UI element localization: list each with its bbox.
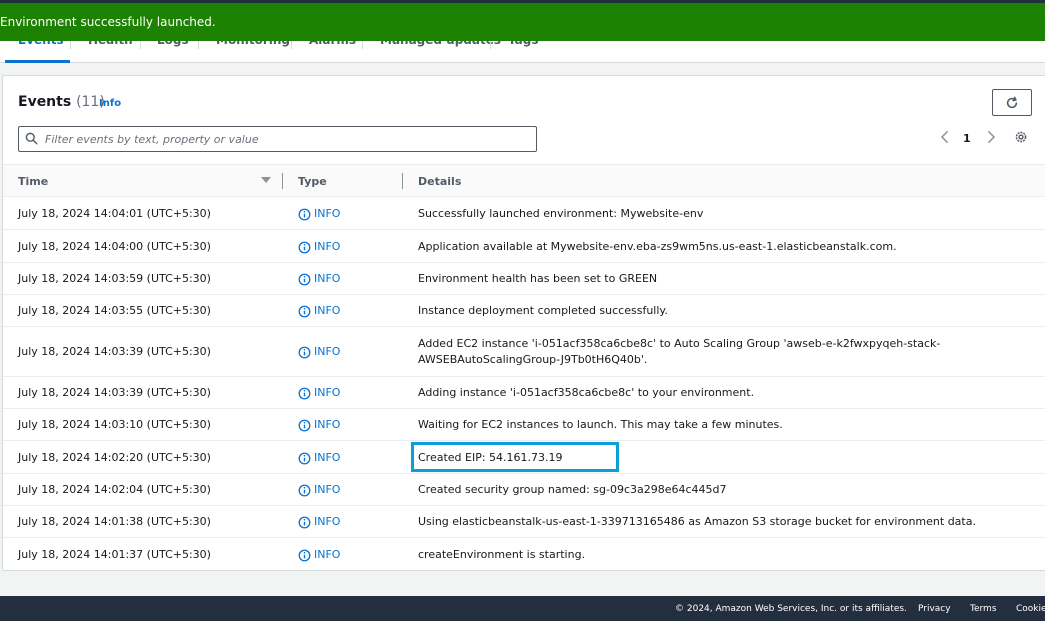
event-time: July 18, 2024 14:03:10 (UTC+5:30) — [18, 418, 211, 431]
success-flashbar: Environment successfully launched. — [0, 3, 1045, 41]
event-time: July 18, 2024 14:03:59 (UTC+5:30) — [18, 272, 211, 285]
event-type: INFO — [298, 450, 340, 466]
search-icon — [25, 132, 38, 145]
event-type: INFO — [298, 206, 340, 222]
flash-message: Environment successfully launched. — [0, 15, 216, 29]
column-time[interactable]: Time — [18, 175, 48, 188]
event-details: Adding instance 'i-051acf358ca6cbe8c' to… — [418, 386, 755, 399]
event-type: INFO — [298, 547, 340, 563]
table-row: July 18, 2024 14:03:39 (UTC+5:30) INFO Add… — [3, 327, 1045, 377]
table-header: Time Type Details — [3, 164, 1045, 197]
highlight-annotation — [411, 442, 619, 472]
info-icon — [298, 387, 311, 399]
info-icon — [298, 273, 311, 285]
events-heading: Events (11) — [18, 94, 105, 110]
active-tab-indicator — [5, 60, 70, 63]
info-icon — [298, 419, 311, 431]
footer-copyright: © 2024, Amazon Web Services, Inc. or its… — [675, 604, 907, 614]
table-row: July 18, 2024 14:02:04 (UTC+5:30) INFO Cre… — [3, 474, 1045, 506]
info-icon — [298, 346, 311, 358]
event-time: July 18, 2024 14:04:00 (UTC+5:30) — [18, 240, 211, 253]
info-link[interactable]: Info — [99, 98, 121, 109]
column-divider[interactable] — [282, 173, 283, 189]
column-type[interactable]: Type — [298, 175, 327, 188]
footer-cookie-link[interactable]: Cookie — [1016, 604, 1045, 614]
info-icon — [298, 452, 311, 464]
event-time: July 18, 2024 14:03:39 (UTC+5:30) — [18, 386, 211, 399]
event-details: Environment health has been set to GREEN — [418, 272, 658, 285]
search-box — [18, 126, 537, 152]
event-details: Application available at Mywebsite-env.e… — [418, 240, 897, 253]
event-type: INFO — [298, 385, 340, 401]
info-icon — [298, 484, 311, 496]
info-icon — [298, 549, 311, 561]
info-icon — [298, 208, 311, 220]
event-details: Added EC2 instance 'i-051acf358ca6cbe8c'… — [418, 337, 941, 366]
table-row: July 18, 2024 14:04:00 (UTC+5:30) INFO App… — [3, 230, 1045, 263]
event-type: INFO — [298, 482, 340, 498]
event-type: INFO — [298, 271, 340, 287]
table-row: July 18, 2024 14:01:37 (UTC+5:30) INFO cre… — [3, 538, 1045, 571]
event-type-label: INFO — [314, 272, 341, 285]
event-type: INFO — [298, 344, 340, 360]
table-row: July 18, 2024 14:03:59 (UTC+5:30) INFO Env… — [3, 263, 1045, 295]
event-time: July 18, 2024 14:01:37 (UTC+5:30) — [18, 548, 211, 561]
event-details: createEnvironment is starting. — [418, 548, 586, 561]
table-row: July 18, 2024 14:04:01 (UTC+5:30) INFO Suc… — [3, 198, 1045, 230]
column-divider[interactable] — [402, 173, 403, 189]
column-details: Details — [418, 175, 462, 188]
table-row: July 18, 2024 14:01:38 (UTC+5:30) INFO Usi… — [3, 506, 1045, 538]
info-icon — [298, 516, 311, 528]
events-title: Events — [18, 94, 72, 110]
footer: © 2024, Amazon Web Services, Inc. or its… — [0, 596, 1045, 621]
search-input[interactable] — [45, 127, 525, 151]
event-type-label: INFO — [314, 386, 341, 399]
chevron-right-icon[interactable] — [984, 130, 998, 144]
event-time: July 18, 2024 14:03:55 (UTC+5:30) — [18, 304, 211, 317]
refresh-button[interactable] — [992, 89, 1032, 116]
event-time: July 18, 2024 14:03:39 (UTC+5:30) — [18, 345, 211, 358]
event-details: Created security group named: sg-09c3a29… — [418, 483, 727, 496]
event-type-label: INFO — [314, 548, 341, 561]
table-row: July 18, 2024 14:03:55 (UTC+5:30) INFO Ins… — [3, 295, 1045, 327]
footer-privacy-link[interactable]: Privacy — [918, 604, 951, 614]
events-panel: Events (11) Info 1 Time Type Details Jul… — [2, 75, 1045, 571]
event-type: INFO — [298, 514, 340, 530]
event-type: INFO — [298, 239, 340, 255]
event-type: INFO — [298, 303, 340, 319]
event-details: Successfully launched environment: Myweb… — [418, 207, 704, 220]
event-type-label: INFO — [314, 240, 341, 253]
event-time: July 18, 2024 14:02:20 (UTC+5:30) — [18, 451, 211, 464]
gear-icon[interactable] — [1014, 130, 1028, 144]
event-type-label: INFO — [314, 483, 341, 496]
event-type-label: INFO — [314, 345, 341, 358]
event-time: July 18, 2024 14:02:04 (UTC+5:30) — [18, 483, 211, 496]
info-icon — [298, 241, 311, 253]
current-page[interactable]: 1 — [963, 132, 971, 145]
event-type-label: INFO — [314, 304, 341, 317]
event-type: INFO — [298, 417, 340, 433]
event-type-label: INFO — [314, 515, 341, 528]
event-details: Using elasticbeanstalk-us-east-1-3397131… — [418, 515, 976, 528]
footer-terms-link[interactable]: Terms — [970, 604, 997, 614]
chevron-left-icon[interactable] — [938, 130, 952, 144]
event-details: Waiting for EC2 instances to launch. Thi… — [418, 418, 783, 431]
refresh-icon — [1006, 96, 1018, 108]
sort-descending-icon[interactable] — [261, 177, 271, 183]
event-type-label: INFO — [314, 207, 341, 220]
event-type-label: INFO — [314, 418, 341, 431]
table-row: July 18, 2024 14:03:39 (UTC+5:30) INFO Add… — [3, 377, 1045, 409]
event-time: July 18, 2024 14:01:38 (UTC+5:30) — [18, 515, 211, 528]
event-details: Instance deployment completed successful… — [418, 304, 668, 317]
info-icon — [298, 305, 311, 317]
event-time: July 18, 2024 14:04:01 (UTC+5:30) — [18, 207, 211, 220]
event-type-label: INFO — [314, 451, 341, 464]
table-row: July 18, 2024 14:03:10 (UTC+5:30) INFO Wai… — [3, 409, 1045, 441]
